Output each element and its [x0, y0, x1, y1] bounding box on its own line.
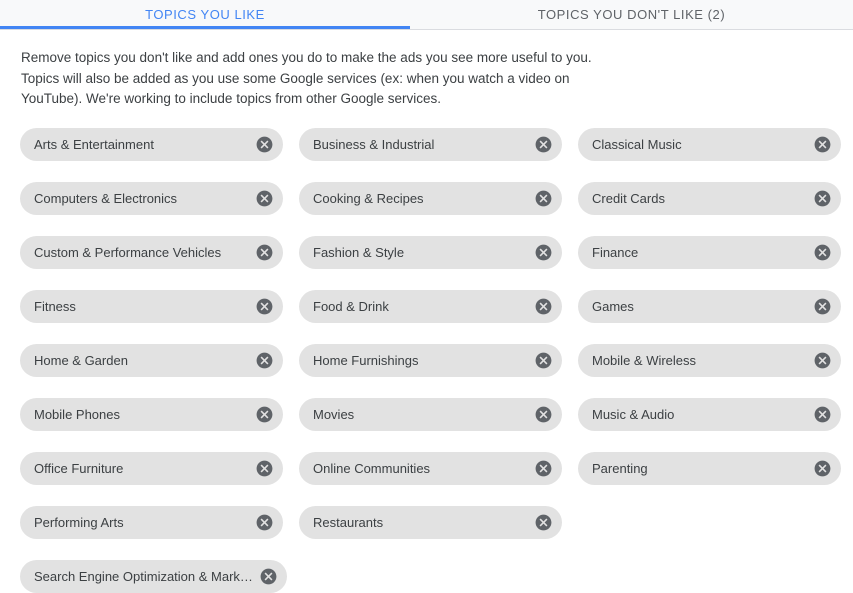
topic-chip[interactable]: Food & Drink — [299, 289, 562, 323]
close-circle-icon[interactable] — [259, 567, 278, 586]
close-circle-icon[interactable] — [813, 405, 832, 424]
close-circle-icon[interactable] — [534, 459, 553, 478]
topic-chip[interactable]: Fashion & Style — [299, 235, 562, 269]
topic-chip[interactable]: Music & Audio — [578, 397, 841, 431]
topic-chip-label: Mobile & Wireless — [592, 352, 697, 368]
topic-chip[interactable]: Finance — [578, 235, 841, 269]
topic-chip[interactable]: Movies — [299, 397, 562, 431]
close-circle-icon[interactable] — [534, 189, 553, 208]
topic-chip-label: Business & Industrial — [313, 136, 435, 152]
close-circle-icon[interactable] — [813, 297, 832, 316]
topic-chip[interactable]: Cooking & Recipes — [299, 181, 562, 215]
close-circle-icon[interactable] — [534, 243, 553, 262]
topic-chip[interactable]: Parenting — [578, 451, 841, 485]
topic-chip-label: Search Engine Optimization & Mark… — [34, 568, 253, 584]
topic-chip[interactable]: Home & Garden — [20, 343, 283, 377]
topics-tab-bar: TOPICS YOU LIKE TOPICS YOU DON'T LIKE (2… — [0, 0, 853, 30]
topic-chip[interactable]: Fitness — [20, 289, 283, 323]
topic-chip[interactable]: Performing Arts — [20, 505, 283, 539]
topic-chip-label: Cooking & Recipes — [313, 190, 424, 206]
page-description: Remove topics you don't like and add one… — [21, 50, 592, 106]
tab-topics-you-dont-like[interactable]: TOPICS YOU DON'T LIKE (2) — [410, 0, 853, 29]
topic-chip-label: Games — [592, 298, 634, 314]
topic-chip-label: Restaurants — [313, 514, 384, 530]
close-circle-icon[interactable] — [534, 351, 553, 370]
close-circle-icon[interactable] — [534, 513, 553, 532]
topic-chip-label: Food & Drink — [313, 298, 389, 314]
topic-chip-label: Credit Cards — [592, 190, 665, 206]
close-circle-icon[interactable] — [813, 189, 832, 208]
close-circle-icon[interactable] — [255, 405, 274, 424]
topic-chip[interactable]: Business & Industrial — [299, 127, 562, 161]
topic-chip[interactable]: Credit Cards — [578, 181, 841, 215]
topic-chip[interactable]: Mobile & Wireless — [578, 343, 841, 377]
topic-chip-label: Parenting — [592, 460, 648, 476]
close-circle-icon[interactable] — [534, 135, 553, 154]
topic-chip-label: Arts & Entertainment — [34, 136, 154, 152]
close-circle-icon[interactable] — [255, 189, 274, 208]
close-circle-icon[interactable] — [813, 243, 832, 262]
tab-topics-you-like[interactable]: TOPICS YOU LIKE — [0, 0, 410, 29]
topic-chip-label: Music & Audio — [592, 406, 675, 422]
topic-chip-label: Home Furnishings — [313, 352, 419, 368]
close-circle-icon[interactable] — [534, 297, 553, 316]
close-circle-icon[interactable] — [255, 513, 274, 532]
topic-chip[interactable]: Search Engine Optimization & Mark… — [20, 559, 287, 593]
topic-chip[interactable]: Games — [578, 289, 841, 323]
topic-chip[interactable]: Office Furniture — [20, 451, 283, 485]
topic-chip-label: Movies — [313, 406, 355, 422]
topic-chip[interactable]: Home Furnishings — [299, 343, 562, 377]
tab-topics-you-like-label: TOPICS YOU LIKE — [145, 7, 265, 22]
topic-chip-label: Fashion & Style — [313, 244, 405, 260]
topic-chip[interactable]: Restaurants — [299, 505, 562, 539]
close-circle-icon[interactable] — [255, 351, 274, 370]
tab-topics-you-dont-like-label: TOPICS YOU DON'T LIKE (2) — [537, 7, 726, 22]
close-circle-icon[interactable] — [813, 459, 832, 478]
topic-chip-label: Custom & Performance Vehicles — [34, 244, 222, 260]
topic-chip-label: Fitness — [34, 298, 76, 314]
active-tab-indicator — [0, 26, 410, 29]
topic-chip-label: Online Communities — [313, 460, 431, 476]
close-circle-icon[interactable] — [255, 135, 274, 154]
topic-chip-label: Computers & Electronics — [34, 190, 178, 206]
topic-chip[interactable]: Computers & Electronics — [20, 181, 283, 215]
close-circle-icon[interactable] — [813, 351, 832, 370]
topic-chip-label: Home & Garden — [34, 352, 128, 368]
close-circle-icon[interactable] — [255, 297, 274, 316]
close-circle-icon[interactable] — [255, 459, 274, 478]
topic-chip-label: Office Furniture — [34, 460, 124, 476]
close-circle-icon[interactable] — [255, 243, 274, 262]
topic-chip[interactable]: Online Communities — [299, 451, 562, 485]
topic-chip[interactable]: Custom & Performance Vehicles — [20, 235, 283, 269]
topic-chip-label: Mobile Phones — [34, 406, 120, 422]
close-circle-icon[interactable] — [534, 405, 553, 424]
topic-chip-grid: Arts & Entertainment Business & Industria… — [0, 110, 853, 593]
topic-chip[interactable]: Arts & Entertainment — [20, 127, 283, 161]
close-circle-icon[interactable] — [813, 135, 832, 154]
topic-chip[interactable]: Classical Music — [578, 127, 841, 161]
topic-chip-label: Classical Music — [592, 136, 682, 152]
topic-chip-label: Finance — [592, 244, 639, 260]
topic-chip-label: Performing Arts — [34, 514, 124, 530]
topic-chip[interactable]: Mobile Phones — [20, 397, 283, 431]
